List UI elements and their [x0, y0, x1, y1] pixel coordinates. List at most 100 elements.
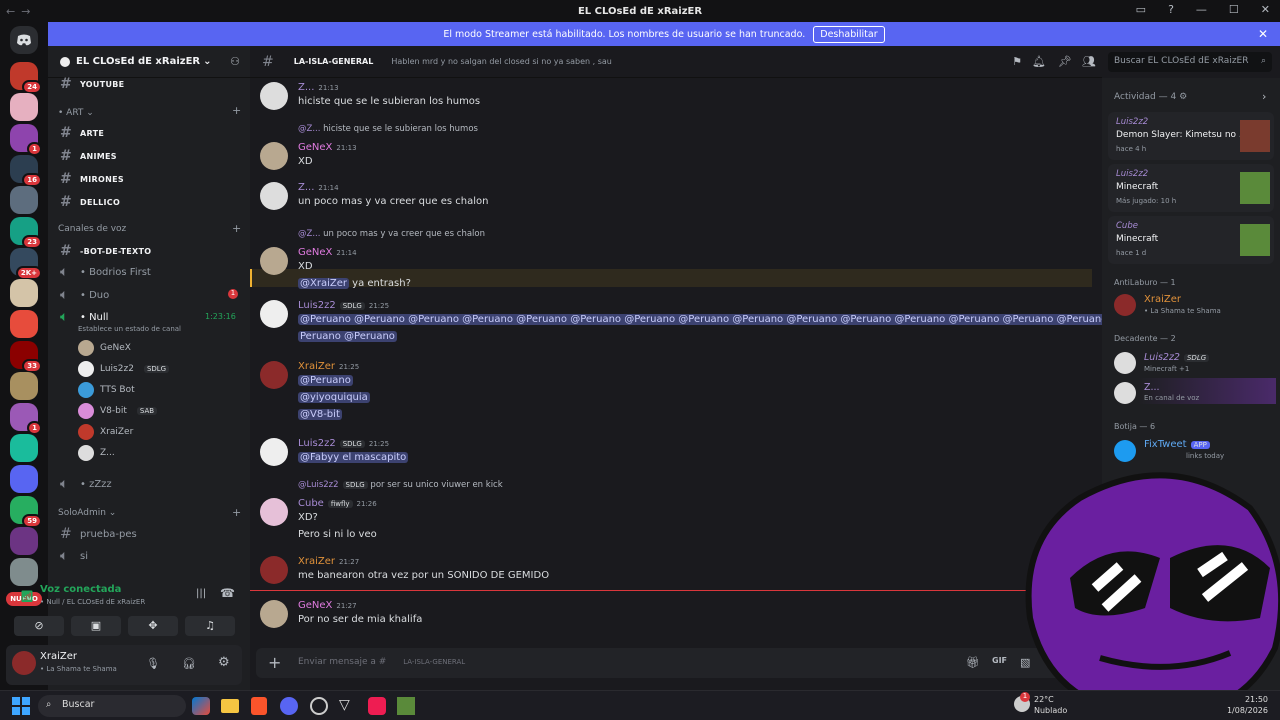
app-icon[interactable] [310, 697, 328, 715]
mention[interactable]: @yiyoquiquia [298, 392, 370, 403]
member-name[interactable]: Luis2z2 SDLG [1144, 352, 1210, 363]
member-name[interactable]: XraiZer [1144, 294, 1181, 305]
avatar[interactable] [1114, 352, 1136, 374]
avatar[interactable] [1114, 382, 1136, 404]
help-icon[interactable]: ? [1168, 3, 1174, 16]
channel-topic[interactable]: Hablen mrd y no salgan del closed si no … [391, 57, 612, 66]
server-icon[interactable] [10, 279, 38, 307]
tiktok-icon[interactable] [368, 697, 386, 715]
voice-channel-null[interactable]: 🔈︎ • Null [60, 309, 108, 325]
channel-animes[interactable]: # ANIMES [60, 148, 117, 164]
server-icon[interactable]: 33 [10, 341, 42, 373]
camera-off-icon[interactable]: ⊘ [14, 616, 64, 636]
avatar[interactable] [260, 498, 288, 526]
pin-icon[interactable]: 📌︎ [1058, 55, 1072, 68]
member-list-icon[interactable]: 👥︎ [1082, 55, 1096, 68]
reply-preview[interactable]: @Luis2z2 SDLG por ser su unico viuwer en … [298, 480, 503, 490]
voice-member[interactable]: Luis2z2 SDLG [78, 361, 170, 377]
message-author[interactable]: GeNeX [298, 247, 332, 258]
message-author[interactable]: XraiZer [298, 361, 335, 372]
avatar[interactable] [260, 182, 288, 210]
add-channel-icon[interactable]: + [232, 104, 241, 117]
member-name[interactable]: FixTweet APP [1144, 439, 1210, 450]
server-icon[interactable]: 24 [10, 62, 42, 94]
voice-channel-bodrios[interactable]: 🔈︎ • Bodrios First [60, 264, 151, 280]
disable-streamer-button[interactable]: Deshabilitar [813, 25, 885, 43]
server-icon[interactable] [10, 186, 38, 214]
mention[interactable]: @Fabyy el mascapito [298, 452, 409, 463]
microphone-icon[interactable]: 🎙︎ [146, 657, 160, 670]
inbox-icon[interactable]: ▭ [1136, 3, 1146, 16]
voice-member[interactable]: V8-bit SAB [78, 403, 158, 419]
activity-card[interactable]: Cube Minecraft hace 1 d [1108, 216, 1274, 264]
category-voice[interactable]: Canales de voz [58, 224, 126, 234]
message-author[interactable]: Luis2z2 [298, 438, 336, 449]
activities-icon[interactable]: ✥ [128, 616, 178, 636]
mention[interactable]: @V8-bit [298, 409, 342, 420]
add-attachment-icon[interactable]: + [268, 653, 281, 672]
disconnect-icon[interactable]: ☎ [220, 586, 235, 600]
channel-status[interactable]: Establece un estado de canal [78, 325, 181, 333]
voice-member[interactable]: GeNeX [78, 340, 131, 356]
avatar[interactable] [260, 300, 288, 328]
avatar[interactable] [260, 82, 288, 110]
gif-icon[interactable]: GIF [992, 656, 1007, 665]
channel-dellico[interactable]: # DELLICO [60, 194, 120, 210]
windows-start-icon[interactable] [12, 697, 30, 715]
voice-channel-duo[interactable]: 🔈︎ • Duo [60, 287, 109, 303]
activity-card[interactable]: Luis2z2 Demon Slayer: Kimetsu no ... hace … [1108, 112, 1274, 160]
gear-icon[interactable]: ⚙ [218, 655, 230, 670]
channel-prueba-pes[interactable]: # prueba-pes [60, 526, 137, 542]
category-art[interactable]: • ART ⌄ [58, 108, 94, 118]
avatar[interactable] [260, 247, 288, 275]
activity-card[interactable]: Luis2z2 Minecraft Más jugado: 10 h [1108, 164, 1274, 212]
channel-youtube[interactable]: # YOUTUBE [60, 76, 124, 92]
close-icon[interactable]: ✕ [1258, 27, 1268, 41]
valorant-icon[interactable]: ▽ [339, 697, 357, 715]
gift-icon[interactable]: 🎁︎ [966, 656, 980, 669]
threads-icon[interactable]: ⚑ [1012, 55, 1022, 68]
headphones-icon[interactable]: 🎧︎ [182, 657, 196, 670]
add-voice-channel-icon[interactable]: + [232, 222, 241, 235]
channel-mirones[interactable]: # MIRONES [60, 171, 124, 187]
composer-input[interactable]: Enviar mensaje a # LA-ISLA-GENERAL [298, 657, 465, 667]
server-icon[interactable] [10, 465, 38, 493]
server-icon[interactable] [10, 558, 38, 586]
avatar[interactable] [260, 556, 288, 584]
server-icon[interactable] [10, 93, 38, 121]
voice-member[interactable]: XraiZer [78, 424, 133, 440]
copilot-icon[interactable] [192, 697, 210, 715]
reply-preview[interactable]: @Z... un poco mas y va creer que es chal… [298, 229, 485, 239]
brave-browser-icon[interactable] [251, 697, 267, 715]
server-icon[interactable]: 1 [10, 403, 42, 435]
voice-member[interactable]: TTS Bot [78, 382, 135, 398]
bell-icon[interactable]: 🔔︎ [1032, 55, 1046, 68]
category-soloadmin[interactable]: SoloAdmin ⌄ [58, 508, 116, 518]
message-author[interactable]: Luis2z2 [298, 300, 336, 311]
server-icon[interactable] [10, 310, 38, 338]
guild-header[interactable]: EL CLOsEd dE xRaizER ⌄ ⚇ [48, 46, 250, 78]
discord-taskbar-icon[interactable] [280, 697, 298, 715]
message-author[interactable]: XraiZer [298, 556, 335, 567]
server-icon[interactable]: 16 [10, 155, 42, 187]
message-author[interactable]: Cube [298, 498, 324, 509]
server-icon[interactable] [10, 527, 38, 555]
voice-channel-si[interactable]: 🔈︎ si [60, 548, 88, 564]
user-name[interactable]: XraiZer [40, 651, 77, 662]
maximize-button[interactable]: ☐ [1229, 3, 1239, 16]
message-composer[interactable]: + Enviar mensaje a # LA-ISLA-GENERAL 🎁︎ … [256, 648, 1096, 678]
voice-channel-zzzz[interactable]: 🔈︎ • zZzz [60, 476, 112, 492]
search-input[interactable]: Buscar EL CLOsEd dE xRaizER ⌕ [1108, 52, 1272, 72]
avatar[interactable] [260, 600, 288, 628]
server-icon[interactable]: 23 [10, 217, 42, 249]
screen-share-icon[interactable]: ▣ [71, 616, 121, 636]
server-icon[interactable]: 2K+ [10, 248, 42, 280]
message-author[interactable]: Z... [298, 182, 314, 193]
add-member-icon[interactable]: ⚇ [230, 55, 240, 68]
message-author[interactable]: GeNeX [298, 142, 332, 153]
voice-connected-sub[interactable]: • Null / EL CLOsEd dE xRaizER [40, 598, 145, 606]
mention[interactable]: @Peruano [298, 375, 353, 386]
avatar[interactable] [260, 361, 288, 389]
close-button[interactable]: ✕ [1261, 3, 1270, 16]
server-icon[interactable] [10, 372, 38, 400]
